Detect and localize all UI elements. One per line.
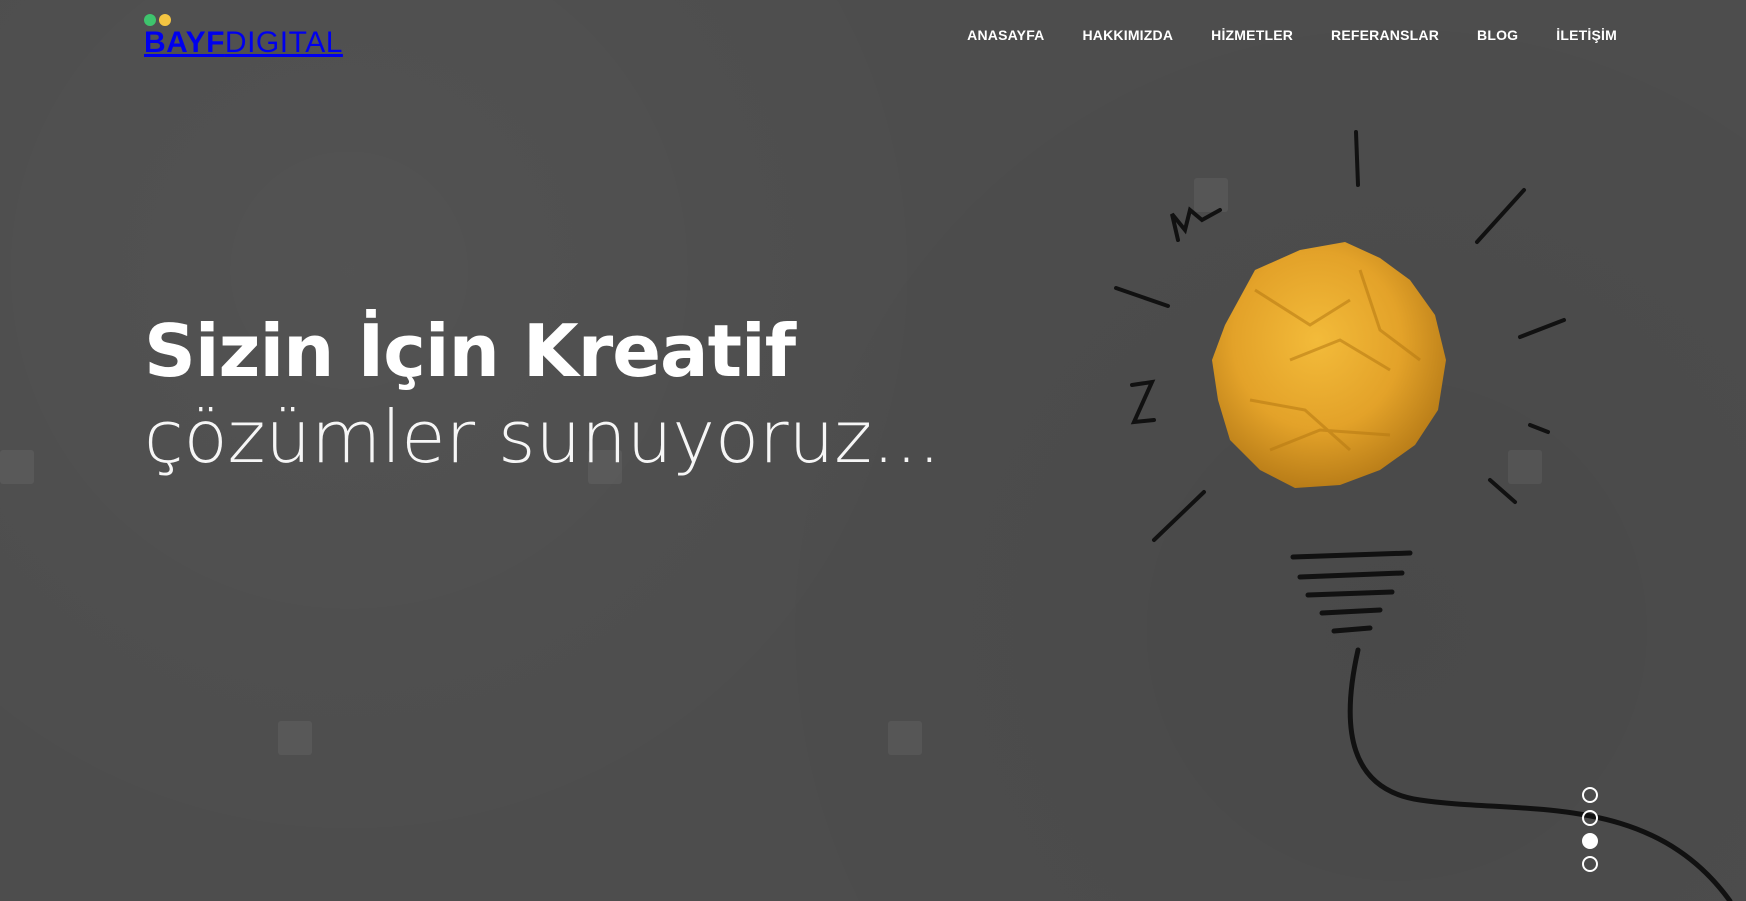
main-nav: ANASAYFA HAKKIMIZDA HİZMETLER REFERANSLA…: [967, 27, 1617, 43]
hero-subtitle: çözümler sunuyoruz...: [144, 395, 941, 479]
logo-dot-green: [144, 14, 156, 26]
slide-dot-2[interactable]: [1582, 810, 1598, 826]
crumpled-paper-lightbulb-icon: [1114, 130, 1733, 901]
nav-item-hizmetler[interactable]: HİZMETLER: [1211, 27, 1293, 43]
slide-dot-1[interactable]: [1582, 787, 1598, 803]
logo-wordmark: BAYFDIGITAL: [144, 28, 343, 58]
nav-item-referanslar[interactable]: REFERANSLAR: [1331, 27, 1439, 43]
hero-section: Sizin İçin Kreatif çözümler sunuyoruz...: [144, 308, 941, 480]
nav-item-blog[interactable]: BLOG: [1477, 27, 1518, 43]
watermark-tile: [0, 450, 34, 484]
nav-item-hakkimizda[interactable]: HAKKIMIZDA: [1082, 27, 1173, 43]
brand-logo[interactable]: BAYFDIGITAL: [144, 14, 343, 58]
slide-dot-4[interactable]: [1582, 856, 1598, 872]
slider-pagination: [1582, 787, 1598, 872]
watermark-tile: [888, 721, 922, 755]
watermark-tile: [278, 721, 312, 755]
nav-item-iletisim[interactable]: İLETİŞİM: [1556, 27, 1617, 43]
hero-title: Sizin İçin Kreatif: [144, 309, 796, 393]
logo-bold-text: BAYF: [144, 26, 225, 59]
logo-dot-yellow: [159, 14, 171, 26]
logo-dots-icon: [144, 14, 343, 26]
lightbulb-illustration: [1090, 110, 1746, 901]
slide-dot-3[interactable]: [1582, 833, 1598, 849]
logo-light-text: DIGITAL: [224, 26, 343, 59]
nav-item-anasayfa[interactable]: ANASAYFA: [967, 27, 1044, 43]
